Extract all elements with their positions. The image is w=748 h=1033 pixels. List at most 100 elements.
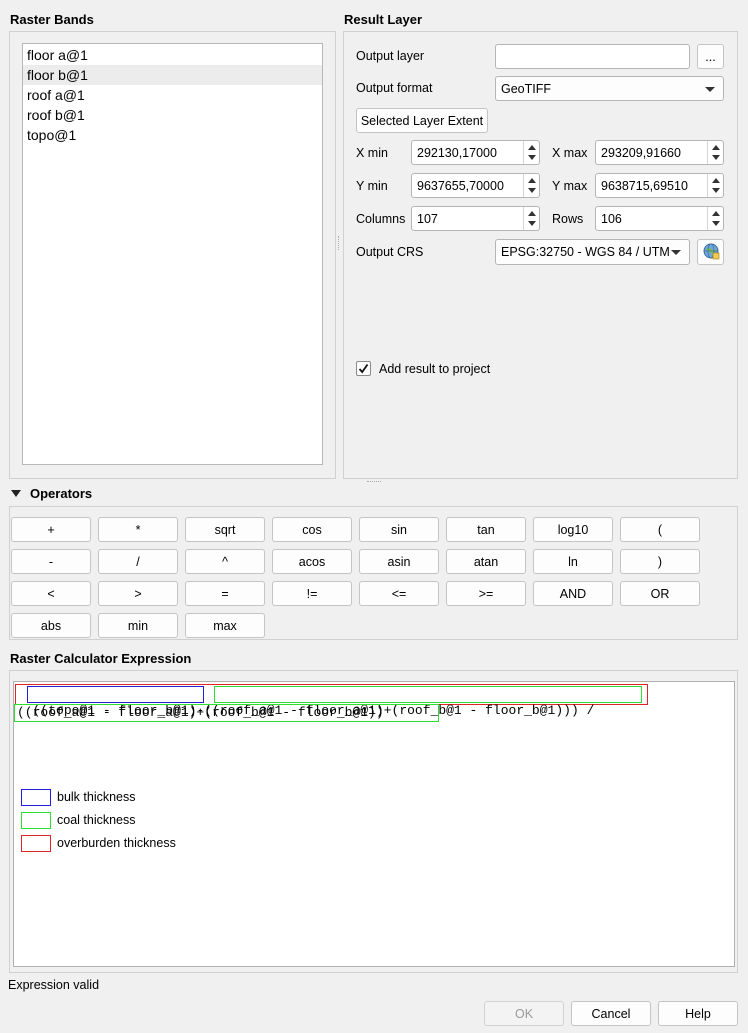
operator-button[interactable]: min xyxy=(98,613,178,638)
operator-button[interactable]: < xyxy=(11,581,91,606)
legend-label-overburden: overburden thickness xyxy=(57,836,176,850)
expr-div: / xyxy=(578,703,595,718)
legend-swatch-overburden xyxy=(21,835,51,852)
operator-button[interactable]: cos xyxy=(272,517,352,542)
rows-label: Rows xyxy=(552,212,584,226)
output-crs-label: Output CRS xyxy=(356,245,424,259)
operator-button[interactable]: atan xyxy=(446,549,526,574)
rows-spinbox[interactable]: 106 xyxy=(595,206,724,231)
xmin-spinbox[interactable]: 292130,17000 xyxy=(411,140,540,165)
list-item[interactable]: floor a@1 xyxy=(23,45,322,65)
columns-value: 107 xyxy=(417,211,438,226)
chevron-down-icon xyxy=(705,86,715,92)
spin-down-icon[interactable] xyxy=(712,221,720,226)
rows-value: 106 xyxy=(601,211,622,226)
add-result-checkbox[interactable] xyxy=(356,361,371,376)
ymax-label: Y max xyxy=(552,179,588,193)
expression-title: Raster Calculator Expression xyxy=(10,651,192,666)
ymax-value: 9638715,69510 xyxy=(601,178,688,193)
output-format-label: Output format xyxy=(356,81,433,95)
spin-up-icon[interactable] xyxy=(712,145,720,150)
operator-button[interactable]: log10 xyxy=(533,517,613,542)
expression-text-line-2: ((roof_a@1 - floor_a@1)+(roof_b@1 - floo… xyxy=(17,705,384,720)
spin-up-icon[interactable] xyxy=(528,178,536,183)
list-item[interactable]: floor b@1 xyxy=(23,65,322,85)
spin-down-icon[interactable] xyxy=(528,221,536,226)
spin-down-icon[interactable] xyxy=(528,188,536,193)
crs-selector-button[interactable] xyxy=(697,239,724,265)
operator-button[interactable]: >= xyxy=(446,581,526,606)
operator-button[interactable]: != xyxy=(272,581,352,606)
selected-layer-extent-button[interactable]: Selected Layer Extent xyxy=(356,108,488,133)
output-crs-select[interactable]: EPSG:32750 - WGS 84 / UTM xyxy=(495,239,690,265)
operator-button[interactable]: - xyxy=(11,549,91,574)
columns-label: Columns xyxy=(356,212,406,226)
operator-button[interactable]: max xyxy=(185,613,265,638)
help-button[interactable]: Help xyxy=(658,1001,738,1026)
list-item[interactable]: roof a@1 xyxy=(23,85,322,105)
chevron-down-icon xyxy=(671,250,681,255)
xmax-label: X max xyxy=(552,146,588,160)
list-item[interactable]: topo@1 xyxy=(23,125,322,145)
spin-up-icon[interactable] xyxy=(528,145,536,150)
operator-button[interactable]: * xyxy=(98,517,178,542)
raster-bands-list[interactable]: floor a@1 floor b@1 roof a@1 roof b@1 to… xyxy=(22,43,323,465)
operators-title[interactable]: Operators xyxy=(30,486,92,501)
raster-bands-title: Raster Bands xyxy=(10,12,94,27)
ymin-label: Y min xyxy=(356,179,388,193)
spin-down-icon[interactable] xyxy=(712,188,720,193)
operators-collapse-icon[interactable] xyxy=(11,490,21,497)
ok-button[interactable]: OK xyxy=(484,1001,564,1026)
list-item[interactable]: roof b@1 xyxy=(23,105,322,125)
operator-button[interactable]: OR xyxy=(620,581,700,606)
operator-button[interactable]: acos xyxy=(272,549,352,574)
operator-button[interactable]: = xyxy=(185,581,265,606)
operator-button[interactable]: tan xyxy=(446,517,526,542)
operator-button[interactable]: > xyxy=(98,581,178,606)
globe-icon xyxy=(702,242,720,263)
legend-label-bulk: bulk thickness xyxy=(57,790,136,804)
splitter-grip[interactable] xyxy=(367,481,381,483)
operator-button[interactable]: ) xyxy=(620,549,700,574)
ymin-value: 9637655,70000 xyxy=(417,178,504,193)
spin-down-icon[interactable] xyxy=(712,155,720,160)
legend-swatch-coal xyxy=(21,812,51,829)
add-result-label[interactable]: Add result to project xyxy=(379,362,490,376)
splitter-handle[interactable] xyxy=(338,236,341,250)
cancel-button[interactable]: Cancel xyxy=(571,1001,651,1026)
operator-button[interactable]: + xyxy=(11,517,91,542)
operator-button[interactable]: abs xyxy=(11,613,91,638)
operator-button[interactable]: <= xyxy=(359,581,439,606)
operator-button[interactable]: AND xyxy=(533,581,613,606)
output-layer-input[interactable] xyxy=(495,44,690,69)
ymax-spinbox[interactable]: 9638715,69510 xyxy=(595,173,724,198)
operator-button[interactable]: ln xyxy=(533,549,613,574)
legend-swatch-bulk xyxy=(21,789,51,806)
browse-button[interactable]: ... xyxy=(697,44,724,69)
xmax-spinbox[interactable]: 293209,91660 xyxy=(595,140,724,165)
ymin-spinbox[interactable]: 9637655,70000 xyxy=(411,173,540,198)
operator-button[interactable]: sqrt xyxy=(185,517,265,542)
output-layer-label: Output layer xyxy=(356,49,425,63)
operator-button[interactable]: sin xyxy=(359,517,439,542)
output-format-value: GeoTIFF xyxy=(501,81,552,96)
output-crs-value: EPSG:32750 - WGS 84 / UTM xyxy=(501,245,670,259)
output-format-select[interactable]: GeoTIFF xyxy=(495,76,724,101)
operator-button[interactable]: ^ xyxy=(185,549,265,574)
checkmark-icon xyxy=(358,363,369,374)
legend-label-coal: coal thickness xyxy=(57,813,136,827)
spin-up-icon[interactable] xyxy=(712,211,720,216)
columns-spinbox[interactable]: 107 xyxy=(411,206,540,231)
xmax-value: 293209,91660 xyxy=(601,145,681,160)
spin-down-icon[interactable] xyxy=(528,155,536,160)
xmin-value: 292130,17000 xyxy=(417,145,497,160)
spin-up-icon[interactable] xyxy=(528,211,536,216)
expr-close: ) xyxy=(570,703,579,718)
operator-button[interactable]: ( xyxy=(620,517,700,542)
xmin-label: X min xyxy=(356,146,388,160)
operator-button[interactable]: / xyxy=(98,549,178,574)
result-layer-title: Result Layer xyxy=(344,12,423,27)
spin-up-icon[interactable] xyxy=(712,178,720,183)
operator-button[interactable]: asin xyxy=(359,549,439,574)
expression-status: Expression valid xyxy=(8,978,100,992)
